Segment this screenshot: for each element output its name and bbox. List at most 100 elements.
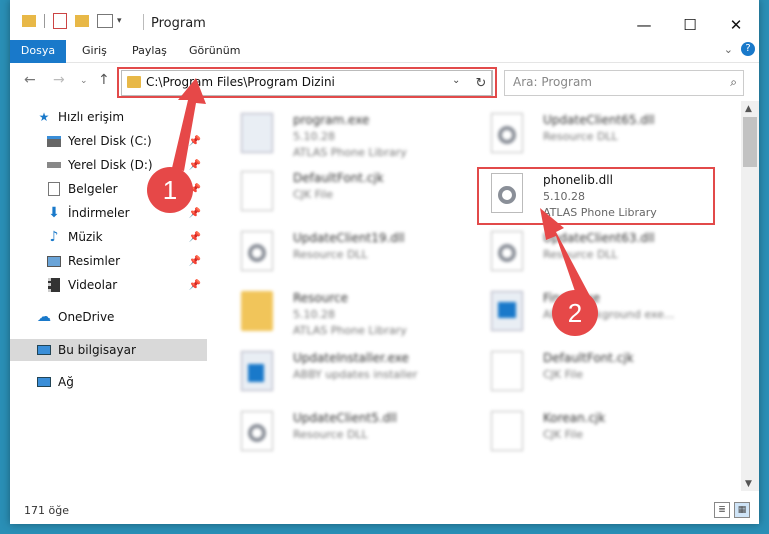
file-name: UpdateClient63.dll [543,231,655,245]
properties-icon[interactable] [53,13,67,29]
file-name: UpdateClient5.dll [293,411,397,425]
large-icons-view-icon[interactable]: ▦ [734,502,750,518]
maximize-button[interactable]: ☐ [667,10,713,40]
nav-item-pictures[interactable]: Resimler 📌 [10,250,207,272]
explorer-window: ▾ Program — ☐ ✕ Dosya Giriş Paylaş Görün… [10,0,759,524]
pin-icon[interactable]: 📌 [189,208,201,219]
file-type: Resource DLL [543,130,618,143]
minimize-button[interactable]: — [621,10,667,40]
app-icon [248,364,264,382]
pin-icon[interactable]: 📌 [189,232,201,243]
chevron-down-icon[interactable]: ▾ [117,16,122,26]
vertical-scrollbar[interactable]: ▲ ▼ [741,101,759,491]
nav-this-pc[interactable]: Bu bilgisayar [10,339,207,361]
nav-label: Yerel Disk (D:) [68,158,153,172]
scroll-up-icon[interactable]: ▲ [745,104,752,114]
separator-icon [143,14,144,30]
step-1-badge: 1 [147,167,193,213]
nav-label: Hızlı erişim [58,110,125,124]
file-item[interactable]: program.exe 5.10.28 ATLAS Phone Library [219,107,459,163]
gear-icon [498,126,516,144]
file-name: UpdateClient19.dll [293,231,405,245]
nav-label: Bu bilgisayar [58,343,136,357]
file-item[interactable]: UpdateClient5.dll Resource DLL [219,405,459,461]
back-arrow-icon[interactable]: ← [24,72,36,88]
scroll-down-icon[interactable]: ▼ [745,479,752,489]
file-icon [241,171,273,211]
status-bar: 171 öğe ≣ ▦ [10,496,759,524]
dll-file-icon [491,231,523,271]
nav-quick-access[interactable]: ★ Hızlı erişim [10,106,207,128]
item-count: 171 öğe [24,504,69,517]
file-type: CJK File [293,188,334,201]
folder-icon [241,291,273,331]
pin-icon[interactable]: 📌 [189,160,201,171]
blurred-file-list: program.exe 5.10.28 ATLAS Phone Library … [207,101,741,491]
file-name: DefaultFont.cjk [293,171,384,185]
file-item[interactable]: UpdateInstaller.exe ABBY updates install… [219,345,459,401]
file-description: ATLAS Phone Library [293,146,407,159]
file-name: UpdateInstaller.exe [293,351,409,365]
file-type: Resource DLL [293,428,368,441]
gear-icon [248,424,266,442]
scrollbar-thumb[interactable] [743,117,757,167]
file-item[interactable]: UpdateClient65.dll Resource DLL [469,107,709,163]
nav-label: Videolar [68,278,118,292]
search-box[interactable]: Ara: Program ⌕ [504,70,744,96]
file-description: ATLAS Phone Library [293,324,407,337]
file-name: DefaultFont.cjk [543,351,634,365]
layout-icon[interactable] [97,14,113,28]
tab-view[interactable]: Görünüm [189,40,240,62]
up-arrow-icon[interactable]: ↑ [98,72,110,88]
recent-locations-icon[interactable]: ⌄ [80,76,88,86]
separator-icon [44,14,45,28]
app-icon [498,302,516,318]
file-name: UpdateClient65.dll [543,113,655,127]
folder-icon[interactable] [22,15,36,27]
dll-file-icon [491,113,523,153]
tab-share[interactable]: Paylaş [132,40,167,62]
file-name: program.exe [293,113,370,127]
nav-network[interactable]: Ağ [10,371,207,393]
window-title: Program [151,16,206,31]
nav-item-videos[interactable]: Videolar 📌 [10,274,207,296]
exe-file-icon [241,113,273,153]
file-type: Resource DLL [293,248,368,261]
help-icon[interactable]: ? [741,42,755,56]
file-item[interactable]: UpdateClient63.dll Resource DLL [469,225,709,281]
videos-icon [46,278,62,292]
dll-file-icon [241,231,273,271]
dll-file-icon [241,411,273,451]
step-2-badge: 2 [552,290,598,336]
file-item[interactable]: UpdateClient19.dll Resource DLL [219,225,459,281]
close-button[interactable]: ✕ [713,10,759,40]
chevron-down-icon[interactable]: ⌄ [724,43,733,56]
search-icon[interactable]: ⌕ [730,75,737,90]
pin-icon[interactable]: 📌 [189,256,201,267]
nav-label: Ağ [58,375,74,389]
file-item[interactable]: Resource 5.10.28 ATLAS Phone Library [219,285,459,341]
nav-onedrive[interactable]: ☁ OneDrive [10,306,207,328]
cloud-icon: ☁ [37,309,51,325]
pin-icon[interactable]: 📌 [189,280,201,291]
details-view-icon[interactable]: ≣ [714,502,730,518]
nav-item-drive-c[interactable]: Yerel Disk (C:) 📌 [10,130,207,152]
new-folder-icon[interactable] [75,15,89,27]
documents-icon [46,182,62,196]
file-item[interactable]: DefaultFont.cjk CJK File [469,345,709,401]
file-icon [491,411,523,451]
file-icon [491,351,523,391]
title-bar: ▾ Program — ☐ ✕ [10,0,759,40]
nav-item-music[interactable]: ♪ Müzik 📌 [10,226,207,248]
file-name: Resource [293,291,349,305]
nav-label: Belgeler [68,182,118,196]
pictures-icon [46,254,62,268]
search-placeholder[interactable]: Ara: Program [513,75,592,89]
tab-home[interactable]: Giriş [82,40,107,62]
highlight-box-address [117,67,497,98]
nav-label: OneDrive [58,310,115,324]
pin-icon[interactable]: 📌 [189,136,201,147]
file-item[interactable]: DefaultFont.cjk CJK File [219,165,459,221]
forward-arrow-icon[interactable]: → [53,72,65,88]
file-item[interactable]: Korean.cjk CJK File [469,405,709,461]
